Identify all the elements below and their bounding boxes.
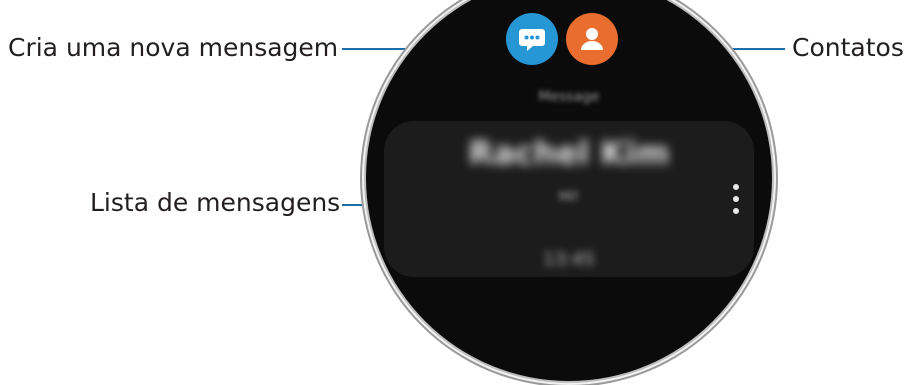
contacts-button[interactable] [566,13,618,65]
chat-bubble-icon [519,29,545,51]
watch-screen: Message Rachel Kim Hi! 13:45 [366,0,772,381]
message-time: 13:45 [543,249,595,270]
message-preview: Hi! [558,189,580,205]
compose-button[interactable] [506,13,558,65]
more-options-icon[interactable] [732,183,740,215]
callout-message-list-label: Lista de mensagens [90,188,341,217]
callout-contacts-label: Contatos [792,33,904,62]
person-icon [581,28,603,50]
callout-compose-label: Cria uma nova mensagem [8,33,339,62]
message-sender: Rachel Kim [468,134,670,172]
app-title: Message [538,89,600,105]
message-list-item[interactable]: Rachel Kim Hi! 13:45 [384,121,754,277]
